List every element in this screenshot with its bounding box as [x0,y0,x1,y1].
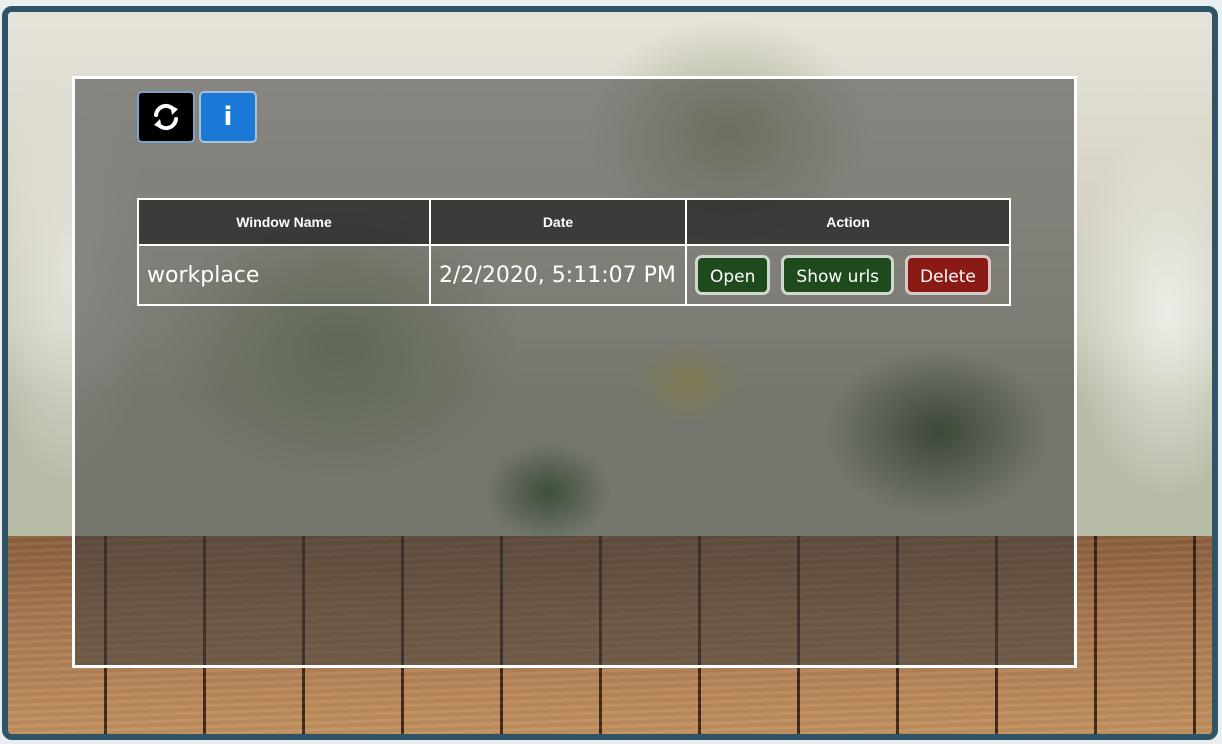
header-window-name: Window Name [137,198,431,246]
windows-table: Window Name Date Action workplace 2/2/20… [137,198,1011,306]
window-name-cell: workplace [137,244,431,306]
table-row: workplace 2/2/2020, 5:11:07 PM Open Show… [137,244,1011,306]
info-icon: i [223,102,233,132]
toolbar: i [137,91,257,143]
info-button[interactable]: i [199,91,257,143]
app-frame: i Window Name Date Action workplace 2/2/… [2,6,1218,740]
header-date: Date [429,198,687,246]
delete-button[interactable]: Delete [905,255,991,295]
open-button[interactable]: Open [695,255,771,295]
refresh-button[interactable] [137,91,195,143]
table-header-row: Window Name Date Action [137,198,1011,246]
action-cell: Open Show urls Delete [685,244,1011,306]
header-action: Action [685,198,1011,246]
main-panel: i Window Name Date Action workplace 2/2/… [72,76,1077,668]
refresh-icon [154,103,178,131]
date-cell: 2/2/2020, 5:11:07 PM [429,244,687,306]
show-urls-button[interactable]: Show urls [781,255,895,295]
